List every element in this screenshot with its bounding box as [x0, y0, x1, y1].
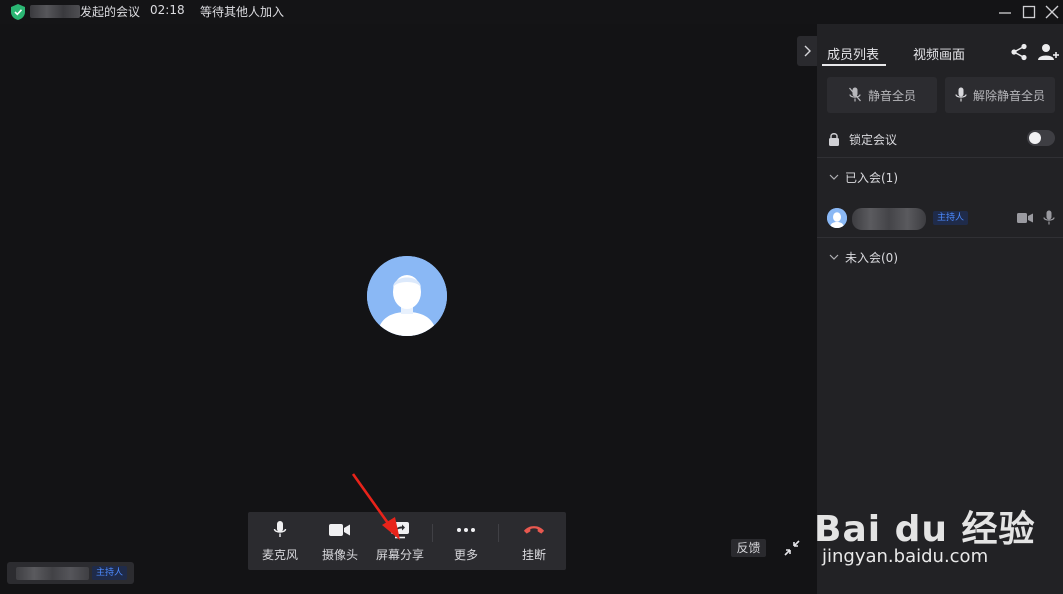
member-panel: 成员列表 视频画面 静音全员 解除静音全员 锁定会议 已入会(1) 主持人 未入… [817, 24, 1063, 594]
meeting-title: 发起的会议 [80, 5, 141, 19]
mic-off-icon [848, 87, 861, 102]
more-icon [457, 528, 475, 532]
member-list-item[interactable]: 主持人 [817, 198, 1063, 238]
camera-button[interactable]: 摄像头 [310, 512, 370, 570]
more-button[interactable]: 更多 [436, 512, 496, 570]
title-bar: 发起的会议 02:18 等待其他人加入 [0, 0, 1063, 24]
add-member-icon[interactable] [1038, 43, 1060, 61]
toolbar-divider [432, 524, 433, 542]
host-badge: 主持人 [92, 566, 128, 580]
microphone-icon [955, 87, 967, 102]
not-joined-section-label: 未入会(0) [845, 251, 898, 265]
screen-share-label: 屏幕分享 [375, 548, 424, 562]
feedback-button[interactable]: 反馈 [731, 539, 766, 557]
mute-all-label: 静音全员 [867, 88, 916, 103]
lock-meeting-label: 锁定会议 [849, 133, 898, 147]
joined-section-header[interactable]: 已入会(1) [817, 158, 1063, 198]
panel-tabs: 成员列表 视频画面 [817, 24, 1063, 69]
hangup-label: 挂断 [521, 548, 546, 562]
lock-icon [829, 133, 839, 146]
member-avatar [827, 208, 847, 228]
more-label: 更多 [453, 548, 478, 562]
participant-avatar [367, 256, 447, 336]
organizer-name-blurred [30, 5, 80, 18]
security-shield-icon [11, 4, 25, 20]
member-host-badge: 主持人 [933, 211, 969, 225]
unmute-all-label: 解除静音全员 [972, 88, 1045, 103]
camera-icon[interactable] [1017, 211, 1033, 225]
tab-member-list[interactable]: 成员列表 [827, 44, 879, 63]
meeting-timer: 02:18 [150, 3, 185, 17]
hangup-icon [523, 526, 545, 534]
self-name-label: 主持人 [7, 562, 134, 584]
lock-meeting-toggle[interactable] [1027, 130, 1055, 146]
lock-meeting-row: 锁定会议 [817, 122, 1063, 158]
toggle-knob [1029, 132, 1041, 144]
unmute-all-button[interactable]: 解除静音全员 [945, 77, 1055, 113]
chevron-right-icon [804, 45, 811, 57]
member-name-blurred [852, 208, 926, 230]
default-avatar-icon [367, 256, 447, 336]
chevron-down-icon [829, 254, 839, 260]
screen-share-icon [391, 522, 409, 539]
share-icon[interactable] [1010, 43, 1028, 61]
not-joined-section-header[interactable]: 未入会(0) [817, 238, 1063, 278]
joined-section-label: 已入会(1) [845, 171, 898, 185]
microphone-button[interactable]: 麦克风 [250, 512, 310, 570]
meeting-status: 等待其他人加入 [200, 5, 285, 19]
chevron-down-icon [829, 174, 839, 180]
camera-icon [329, 524, 350, 536]
close-icon[interactable] [1043, 3, 1061, 21]
self-name-blurred [16, 567, 89, 580]
active-tab-indicator [822, 64, 886, 66]
tab-video-view[interactable]: 视频画面 [913, 44, 965, 63]
meeting-toolbar: 麦克风 摄像头 屏幕分享 更多 挂断 [248, 512, 566, 570]
mute-all-button[interactable]: 静音全员 [827, 77, 937, 113]
hangup-button[interactable]: 挂断 [504, 512, 564, 570]
microphone-label: 麦克风 [261, 548, 298, 562]
toolbar-divider [498, 524, 499, 542]
screen-share-button[interactable]: 屏幕分享 [370, 512, 430, 570]
maximize-icon[interactable] [1020, 3, 1038, 21]
microphone-icon [273, 521, 287, 537]
minimize-icon[interactable] [996, 3, 1014, 21]
collapse-panel-button[interactable] [797, 36, 817, 66]
default-avatar-icon [827, 208, 847, 228]
video-area: 主持人 [0, 24, 817, 594]
meeting-window: 发起的会议 02:18 等待其他人加入 主持人 麦克风 摄像头 屏幕分享 更多 … [0, 0, 1063, 594]
microphone-icon[interactable] [1043, 210, 1055, 226]
exit-fullscreen-icon[interactable] [782, 538, 802, 558]
camera-label: 摄像头 [321, 548, 358, 562]
